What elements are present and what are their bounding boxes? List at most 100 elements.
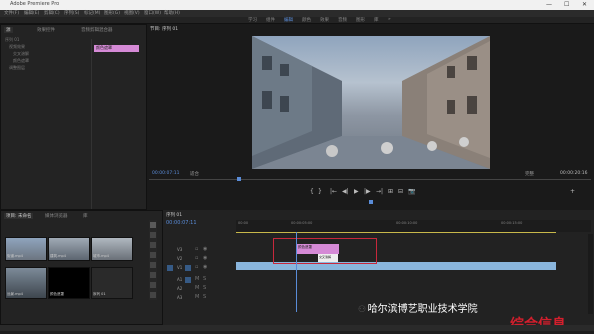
work-area-bar[interactable] bbox=[236, 232, 556, 233]
tab-audio-mixer[interactable]: 音频剪辑混合器 bbox=[81, 27, 113, 33]
menu-edit[interactable]: 编辑(E) bbox=[24, 10, 39, 16]
menu-marker[interactable]: 标记(M) bbox=[84, 10, 100, 16]
menu-view[interactable]: 视图(V) bbox=[124, 10, 140, 16]
clip-thumbnail[interactable]: 建筑.mp4 bbox=[48, 237, 90, 261]
lock-icon[interactable]: ▫ bbox=[195, 246, 198, 252]
mute-icon[interactable]: M bbox=[195, 276, 199, 282]
selection-tool-icon[interactable] bbox=[150, 222, 156, 228]
workspace-assembly[interactable]: 组件 bbox=[266, 17, 275, 23]
menu-window[interactable]: 窗口(W) bbox=[144, 10, 161, 16]
time-ruler[interactable]: 00:00 00:00:05:00 00:00:10:00 00:00:15:0… bbox=[236, 220, 591, 232]
workspace-libraries[interactable]: 库 bbox=[374, 17, 379, 23]
mute-icon[interactable]: M bbox=[195, 285, 199, 291]
clip-thumbnail[interactable]: 远景.mp4 bbox=[5, 267, 47, 299]
program-playhead[interactable] bbox=[237, 177, 241, 181]
ripple-edit-tool-icon[interactable] bbox=[150, 242, 156, 248]
menu-clip[interactable]: 剪辑(C) bbox=[44, 10, 60, 16]
lock-icon[interactable]: ▫ bbox=[195, 264, 198, 270]
menu-sequence[interactable]: 序列(S) bbox=[64, 10, 79, 16]
track-target-a1[interactable] bbox=[185, 277, 191, 283]
menu-help[interactable]: 帮助(H) bbox=[164, 10, 180, 16]
extract-button[interactable]: ⊟ bbox=[398, 188, 403, 195]
eye-icon[interactable]: ◉ bbox=[203, 264, 207, 270]
workspace-bar: 学习 组件 编辑 颜色 效果 音频 图形 库 » bbox=[0, 17, 594, 24]
step-back-button[interactable]: ◀| bbox=[342, 188, 349, 195]
clip-thumbnail[interactable]: 城市.mp4 bbox=[91, 237, 133, 261]
eye-icon[interactable]: ◉ bbox=[203, 255, 207, 261]
pen-tool-icon[interactable] bbox=[150, 272, 156, 278]
minimize-button[interactable]: — bbox=[546, 1, 552, 8]
highlight-box bbox=[273, 238, 377, 264]
track-header-v1: V1 ▫ ◉ bbox=[163, 264, 235, 272]
source-patch-v1[interactable] bbox=[167, 265, 173, 271]
add-button[interactable]: + bbox=[570, 188, 575, 195]
track-label: V1 bbox=[177, 265, 183, 270]
tab-project[interactable]: 项目: 未命名 bbox=[4, 213, 34, 219]
workspace-graphics[interactable]: 图形 bbox=[356, 17, 365, 23]
track-header-a2: A2 M S bbox=[163, 285, 235, 293]
go-to-in-button[interactable]: |← bbox=[330, 188, 337, 195]
clip-thumbnail[interactable]: 街道.mp4 bbox=[5, 237, 47, 261]
step-forward-button[interactable]: |▶ bbox=[364, 188, 371, 195]
clip-thumbnail[interactable]: 序列 01 bbox=[91, 267, 133, 299]
track-label: A3 bbox=[177, 295, 183, 300]
mute-icon[interactable]: M bbox=[195, 294, 199, 300]
street-scene-image bbox=[252, 36, 490, 169]
tab-libraries[interactable]: 库 bbox=[83, 213, 88, 219]
tree-item[interactable]: 颜色遮罩 bbox=[13, 58, 29, 64]
timeline-timecode[interactable]: 00:00:07:11 bbox=[166, 220, 197, 226]
playback-controls: { } |← ◀| ▶ |▶ →| ⊞ ⊟ 📷 bbox=[300, 188, 420, 198]
tree-item[interactable]: 交叉溶解 bbox=[13, 51, 29, 57]
track-label: A2 bbox=[177, 286, 183, 291]
workspace-effects[interactable]: 效果 bbox=[320, 17, 329, 23]
jog-indicator[interactable] bbox=[369, 200, 373, 204]
status-bar bbox=[0, 325, 594, 331]
track-target-v1[interactable] bbox=[185, 265, 191, 271]
go-to-out-button[interactable]: →| bbox=[376, 188, 383, 195]
workspace-learn[interactable]: 学习 bbox=[248, 17, 257, 23]
program-timecode[interactable]: 00:00:07:11 bbox=[152, 171, 179, 176]
selected-clip-bar[interactable]: 颜色遮罩 bbox=[94, 45, 139, 52]
timeline-playhead[interactable] bbox=[296, 232, 297, 312]
clip-thumbnail[interactable]: 颜色遮罩 bbox=[48, 267, 90, 299]
type-tool-icon[interactable] bbox=[150, 292, 156, 298]
tree-item[interactable]: 视频效果 bbox=[9, 44, 25, 50]
tab-source[interactable]: 源 bbox=[4, 27, 13, 33]
ruler-tick: 00:00 bbox=[238, 221, 249, 225]
workspace-editing[interactable]: 编辑 bbox=[284, 17, 293, 23]
ruler-tick: 00:00:05:00 bbox=[291, 221, 313, 225]
slip-tool-icon[interactable] bbox=[150, 262, 156, 268]
workspace-audio[interactable]: 音频 bbox=[338, 17, 347, 23]
tree-item[interactable]: 序列 01 bbox=[5, 37, 19, 43]
tab-effect-controls[interactable]: 效果控件 bbox=[37, 27, 55, 33]
lift-button[interactable]: ⊞ bbox=[388, 188, 393, 195]
menu-file[interactable]: 文件(F) bbox=[4, 10, 19, 16]
program-tab[interactable]: 节目: 序列 01 bbox=[150, 26, 178, 32]
quality-dropdown[interactable]: 完整 bbox=[525, 171, 534, 177]
mark-out-button[interactable]: } bbox=[318, 188, 322, 195]
fit-dropdown[interactable]: 适合 bbox=[190, 171, 199, 177]
solo-icon[interactable]: S bbox=[203, 276, 206, 282]
lock-icon[interactable]: ▫ bbox=[195, 255, 198, 261]
razor-tool-icon[interactable] bbox=[150, 252, 156, 258]
eye-icon[interactable]: ◉ bbox=[203, 246, 207, 252]
mark-in-button[interactable]: { bbox=[310, 188, 314, 195]
workspace-color[interactable]: 颜色 bbox=[302, 17, 311, 23]
maximize-button[interactable]: ☐ bbox=[564, 1, 569, 8]
menu-graphics[interactable]: 图形(G) bbox=[104, 10, 120, 16]
wechat-icon: ⚇ bbox=[358, 305, 367, 315]
hand-tool-icon[interactable] bbox=[150, 282, 156, 288]
program-scrubber[interactable] bbox=[149, 179, 591, 180]
tab-media-browser[interactable]: 媒体浏览器 bbox=[45, 213, 68, 219]
solo-icon[interactable]: S bbox=[203, 294, 206, 300]
solo-icon[interactable]: S bbox=[203, 285, 206, 291]
track-select-tool-icon[interactable] bbox=[150, 232, 156, 238]
tree-item[interactable]: 调整图层 bbox=[9, 65, 25, 71]
ruler-tick: 00:00:15:00 bbox=[501, 221, 523, 225]
play-button[interactable]: ▶ bbox=[354, 188, 359, 195]
workspace-more[interactable]: » bbox=[388, 17, 391, 22]
close-button[interactable]: ✕ bbox=[582, 1, 587, 8]
timeline-tab[interactable]: 序列 01 bbox=[166, 212, 182, 218]
track-header-v3: V3 ▫ ◉ bbox=[163, 246, 235, 254]
export-frame-button[interactable]: 📷 bbox=[408, 188, 415, 195]
